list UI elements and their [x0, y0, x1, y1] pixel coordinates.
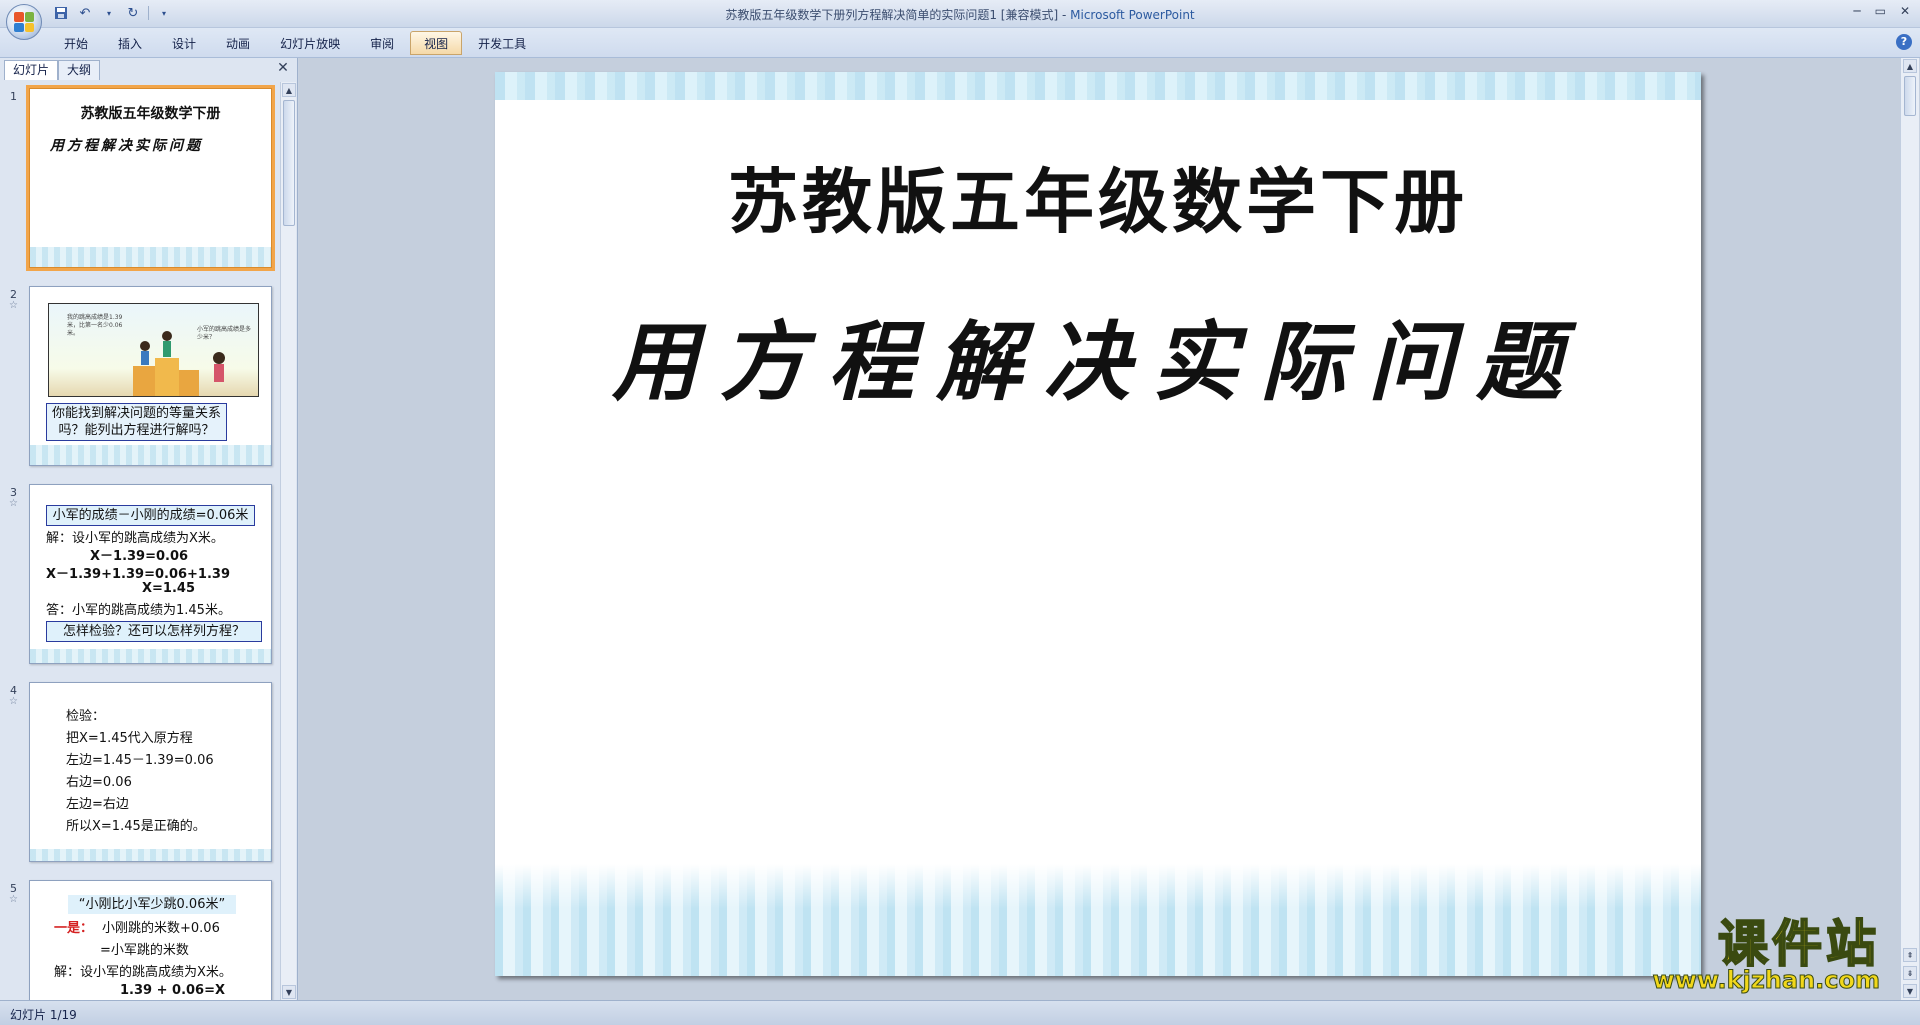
tab-insert[interactable]: 插入	[104, 31, 156, 55]
method-line: 小刚跳的米数+0.06	[102, 921, 220, 936]
check-line: 右边=0.06	[66, 775, 132, 790]
slide-thumbnail-3[interactable]: 小军的成绩－小刚的成绩=0.06米 解：设小军的跳高成绩为X米。 X－1.39=…	[29, 484, 272, 664]
thumbnail-decoration	[30, 247, 271, 267]
check-line: 所以X=1.45是正确的。	[66, 819, 206, 834]
tab-slides[interactable]: 幻灯片	[4, 60, 59, 80]
animation-star-icon: ☆	[9, 894, 18, 905]
office-button[interactable]	[6, 4, 42, 40]
tab-design[interactable]: 设计	[158, 31, 210, 55]
ribbon-tabs: 开始 插入 设计 动画 幻灯片放映 审阅 视图 开发工具	[50, 31, 540, 55]
minimize-icon[interactable]: ─	[1853, 4, 1860, 18]
tab-outline[interactable]: 大纲	[58, 60, 101, 80]
check-line: 把X=1.45代入原方程	[66, 731, 193, 746]
slide-thumbnail-4[interactable]: 检验： 把X=1.45代入原方程 左边=1.45－1.39=0.06 右边=0.…	[29, 682, 272, 862]
tab-slideshow[interactable]: 幻灯片放映	[266, 31, 354, 55]
editor-scrollbar[interactable]: ▲ ⇞ ⇟ ▼	[1900, 58, 1919, 1000]
thumbnail-decoration	[30, 849, 271, 861]
slide-thumbnail-2[interactable]: 我的跳高成绩是1.39米，比第一名少0.06米。 小军的跳高成绩是多少米？ 你能…	[29, 286, 272, 466]
solution-line: 答：小军的跳高成绩为1.45米。	[46, 603, 231, 618]
current-slide[interactable]: 苏教版五年级数学下册 用方程解决实际问题	[495, 72, 1701, 976]
slide-title[interactable]: 苏教版五年级数学下册	[495, 146, 1701, 247]
check-line: 左边=右边	[66, 797, 129, 812]
watermark-logo: 课件站 www.kjzhan.com	[1640, 915, 1880, 996]
method-label: 一是：	[54, 921, 94, 936]
method-line: 解：设小军的跳高成绩为X米。	[54, 965, 232, 980]
thumbnail-decoration	[30, 649, 271, 663]
slides-panel: 幻灯片 大纲 ✕ 1 苏教版五年级数学下册 用方程解决实际问题 2 ☆ 我的跳高…	[0, 58, 298, 1000]
document-title: 苏教版五年级数学下册列方程解决简单的实际问题1 [兼容模式] -	[725, 8, 1071, 22]
help-icon[interactable]: ?	[1896, 34, 1912, 50]
window-title: 苏教版五年级数学下册列方程解决简单的实际问题1 [兼容模式] - Microso…	[0, 6, 1920, 23]
animation-star-icon: ☆	[9, 696, 18, 707]
tab-developer[interactable]: 开发工具	[464, 31, 540, 55]
slide-thumbnail-1[interactable]: 苏教版五年级数学下册 用方程解决实际问题	[26, 85, 275, 271]
animation-star-icon: ☆	[9, 300, 18, 311]
scroll-up-icon[interactable]: ▲	[282, 83, 296, 97]
slide-number: 1	[10, 90, 17, 103]
slide-bottom-decoration	[495, 864, 1701, 976]
title-bar: ↶ ▾ ↻ ▾ 苏教版五年级数学下册列方程解决简单的实际问题1 [兼容模式] -…	[0, 0, 1920, 28]
panel-tabs: 幻灯片 大纲	[4, 60, 101, 80]
slide-thumbnails: 1 苏教版五年级数学下册 用方程解决实际问题 2 ☆ 我的跳高成绩是1.39米，…	[0, 82, 278, 1000]
close-icon[interactable]: ✕	[275, 60, 291, 76]
check-line: 左边=1.45－1.39=0.06	[66, 753, 214, 768]
scroll-thumb[interactable]	[1904, 76, 1916, 116]
illustration-image: 我的跳高成绩是1.39米，比第一名少0.06米。 小军的跳高成绩是多少米？	[48, 303, 259, 397]
thumbnail-decoration	[30, 445, 271, 465]
tab-view[interactable]: 视图	[410, 31, 463, 55]
tab-home[interactable]: 开始	[50, 31, 102, 55]
scroll-thumb[interactable]	[283, 100, 295, 226]
office-logo-icon	[14, 12, 34, 32]
method-line: 1.39 + 0.06=X	[120, 983, 226, 998]
slide-thumbnail-5[interactable]: “小刚比小军少跳0.06米” 一是： 小刚跳的米数+0.06 =小军跳的米数 解…	[29, 880, 272, 1000]
podium-illustration	[133, 331, 225, 396]
tab-review[interactable]: 审阅	[356, 31, 408, 55]
question-box: 怎样检验？还可以怎样列方程？	[46, 621, 262, 642]
slide-subtitle[interactable]: 用方程解决实际问题	[495, 292, 1701, 417]
question-box: 你能找到解决问题的等量关系吗？能列出方程进行解吗？	[46, 403, 227, 441]
slide-top-decoration	[495, 72, 1701, 100]
ribbon: 开始 插入 设计 动画 幻灯片放映 审阅 视图 开发工具 ?	[0, 28, 1920, 58]
watermark-text: 课件站	[1717, 915, 1880, 973]
animation-star-icon: ☆	[9, 498, 18, 509]
scroll-up-icon[interactable]: ▲	[1903, 59, 1917, 73]
watermark-url: www.kjzhan.com	[1652, 966, 1880, 995]
next-slide-icon[interactable]: ⇟	[1903, 966, 1917, 980]
status-bar: 幻灯片 1/19	[0, 1000, 1920, 1025]
thumbnail-subtitle: 用方程解决实际问题	[50, 138, 203, 154]
check-line: 检验：	[66, 709, 106, 724]
thumbnail-title: 苏教版五年级数学下册	[80, 106, 221, 122]
previous-slide-icon[interactable]: ⇞	[1903, 948, 1917, 962]
solution-line: 解：设小军的跳高成绩为X米。	[46, 531, 224, 546]
slide-counter: 幻灯片 1/19	[10, 1008, 77, 1022]
app-name: Microsoft PowerPoint	[1070, 8, 1195, 22]
window-controls: ─ ▭ ✕	[1853, 4, 1910, 18]
thumbnails-scrollbar[interactable]: ▲ ▼	[280, 82, 296, 1000]
equation-box: 小军的成绩－小刚的成绩=0.06米	[46, 505, 255, 526]
tab-animations[interactable]: 动画	[212, 31, 264, 55]
solution-line: X－1.39=0.06	[90, 549, 189, 564]
restore-icon[interactable]: ▭	[1875, 4, 1886, 18]
scroll-down-icon[interactable]: ▼	[1903, 984, 1917, 998]
quote-box: “小刚比小军少跳0.06米”	[68, 895, 236, 914]
solution-line: X=1.45	[142, 581, 195, 596]
scroll-down-icon[interactable]: ▼	[282, 985, 296, 999]
close-icon[interactable]: ✕	[1900, 4, 1910, 18]
solution-line: X－1.39+1.39=0.06+1.39	[46, 567, 230, 582]
slide-editor: 苏教版五年级数学下册 用方程解决实际问题 ▲ ⇞ ⇟ ▼ 课件站 www.kjz…	[299, 58, 1919, 1000]
method-line: =小军跳的米数	[100, 943, 189, 958]
